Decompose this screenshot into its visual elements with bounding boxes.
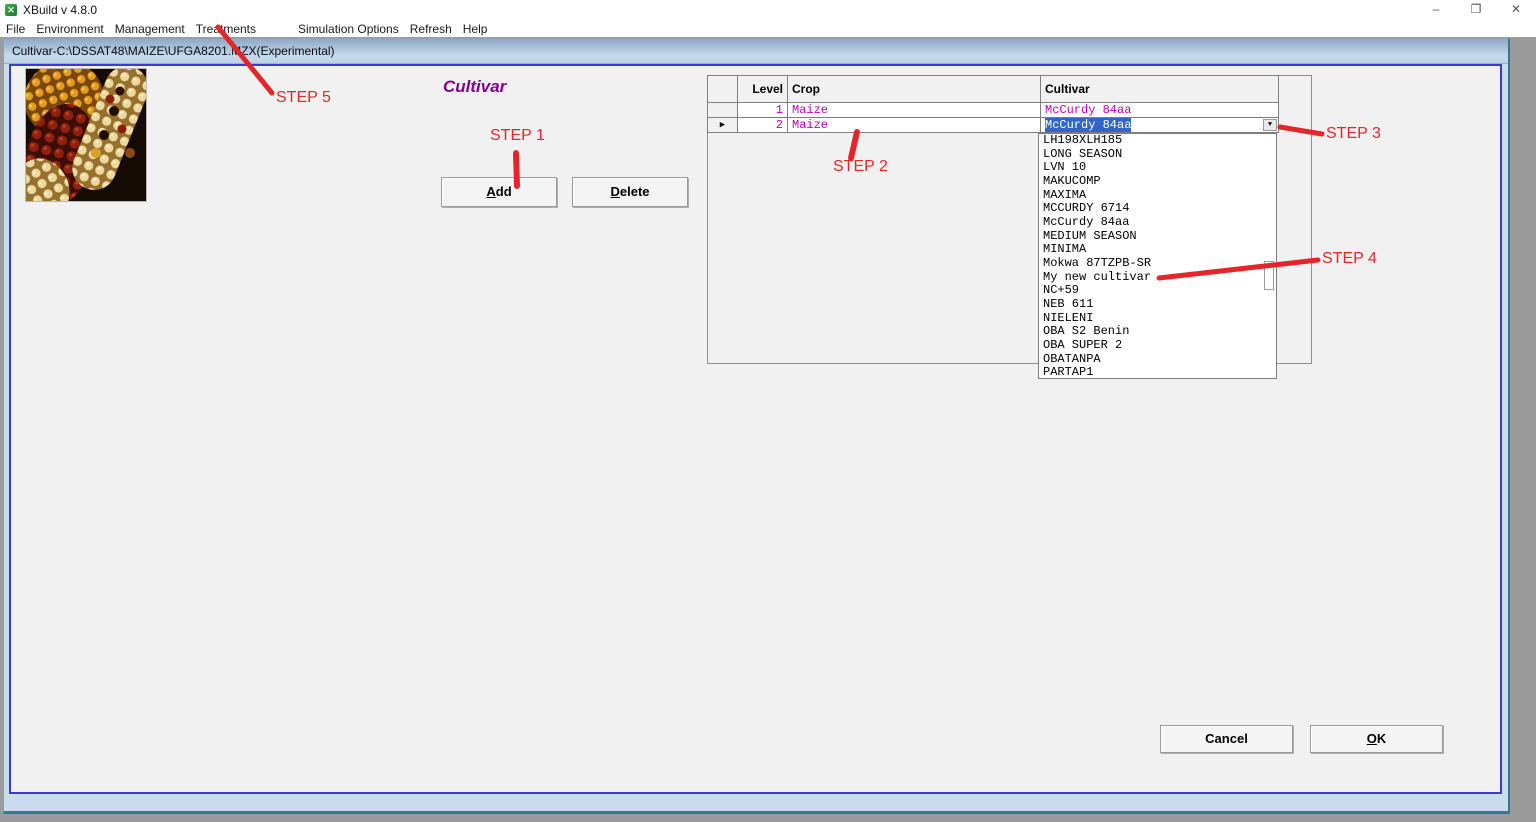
dropdown-item[interactable]: MCCURDY 6714 xyxy=(1039,202,1276,216)
dropdown-item[interactable]: PARTAP1 xyxy=(1039,365,1276,378)
menu-simulation-options[interactable]: Simulation Options xyxy=(298,22,399,36)
xbuild-app-icon: ✕ xyxy=(5,4,17,16)
child-window-title: Cultivar-C:\DSSAT48\MAIZE\UFGA8201.MZX(E… xyxy=(12,44,335,58)
page-title: Cultivar xyxy=(443,77,507,96)
menu-treatments[interactable]: Treatments xyxy=(196,22,256,36)
dropdown-item[interactable]: OBATANPA xyxy=(1039,352,1276,367)
menubar: File Environment Management Treatments S… xyxy=(0,20,1536,37)
step3-label: STEP 3 xyxy=(1326,125,1381,142)
restore-icon[interactable]: ❐ xyxy=(1456,0,1496,20)
dropdown-item[interactable]: MEDIUM SEASON xyxy=(1039,229,1276,244)
grid-header-row: Level Crop Cultivar xyxy=(707,75,1279,103)
level-cell[interactable]: 1 xyxy=(737,102,788,118)
dropdown-item[interactable]: OBA S2 Benin xyxy=(1039,325,1276,339)
window-controls: – ❐ ✕ xyxy=(1416,0,1536,20)
cancel-button[interactable]: Cancel xyxy=(1160,725,1293,753)
child-titlebar: Cultivar-C:\DSSAT48\MAIZE\UFGA8201.MZX(E… xyxy=(4,39,1508,64)
menu-management[interactable]: Management xyxy=(115,22,185,36)
step5-label: STEP 5 xyxy=(276,89,331,106)
grid-row-1: 1 Maize McCurdy 84aa xyxy=(707,102,1279,118)
close-icon[interactable]: ✕ xyxy=(1496,0,1536,20)
dropdown-item[interactable]: MAKUCOMP xyxy=(1039,174,1276,189)
grid-header-selector xyxy=(707,75,738,103)
dropdown-item[interactable]: NEB 611 xyxy=(1039,297,1276,312)
xbuild-app-window: ✕ XBuild v 4.8.0 – ❐ ✕ File Environment … xyxy=(0,0,1536,822)
cultivar-edit-cell[interactable]: McCurdy 84aa ▼ xyxy=(1040,117,1279,133)
row-selector-cell[interactable] xyxy=(707,102,738,118)
dropdown-item[interactable]: NC+59 xyxy=(1039,284,1276,298)
treatments-grid: Level Crop Cultivar 1 Maize McCurdy 84aa… xyxy=(707,75,1279,133)
grid-header-crop: Crop xyxy=(787,75,1041,103)
dropdown-item[interactable]: My new cultivar xyxy=(1039,270,1276,285)
dropdown-item[interactable]: Mokwa 87TZPB-SR xyxy=(1039,256,1276,271)
add-button[interactable]: Add xyxy=(441,177,557,207)
dropdown-item[interactable]: LONG SEASON xyxy=(1039,147,1276,162)
dropdown-item[interactable]: LH198XLH185 xyxy=(1039,134,1276,148)
delete-button[interactable]: Delete xyxy=(572,177,688,207)
menu-environment[interactable]: Environment xyxy=(36,22,103,36)
dropdown-item[interactable]: OBA SUPER 2 xyxy=(1039,338,1276,353)
ok-button[interactable]: OK xyxy=(1310,725,1443,753)
level-cell[interactable]: 2 xyxy=(737,117,788,133)
dropdown-item[interactable]: MINIMA xyxy=(1039,243,1276,257)
dropdown-item[interactable]: McCurdy 84aa xyxy=(1039,215,1276,230)
row-selector-arrow-icon[interactable]: ▶ xyxy=(707,117,738,133)
combo-dropdown-icon[interactable]: ▼ xyxy=(1263,119,1277,131)
grid-header-level: Level xyxy=(737,75,788,103)
minimize-icon[interactable]: – xyxy=(1416,0,1456,20)
cultivar-dropdown-list: LH198XLH185 LONG SEASON LVN 10 MAKUCOMP MAXI… xyxy=(1038,133,1277,379)
menu-refresh[interactable]: Refresh xyxy=(410,22,452,36)
step4-label: STEP 4 xyxy=(1322,250,1377,267)
crop-cell[interactable]: Maize xyxy=(787,102,1041,118)
grid-header-cultivar: Cultivar xyxy=(1040,75,1279,103)
maize-photo xyxy=(25,68,147,202)
app-titlebar: ✕ XBuild v 4.8.0 – ❐ ✕ xyxy=(0,0,1536,20)
step1-label: STEP 1 xyxy=(490,127,545,144)
dropdown-item[interactable]: LVN 10 xyxy=(1039,161,1276,175)
cultivar-cell[interactable]: McCurdy 84aa xyxy=(1040,102,1279,118)
dropdown-item[interactable]: MAXIMA xyxy=(1039,188,1276,203)
step2-label: STEP 2 xyxy=(833,158,888,175)
cultivar-selected-text: McCurdy 84aa xyxy=(1045,118,1132,132)
crop-cell[interactable]: Maize xyxy=(787,117,1041,133)
grid-row-2: ▶ 2 Maize McCurdy 84aa ▼ xyxy=(707,117,1279,133)
dropdown-scrollbar-thumb[interactable] xyxy=(1264,261,1274,290)
menu-file[interactable]: File xyxy=(6,22,25,36)
dropdown-item[interactable]: NIELENI xyxy=(1039,311,1276,326)
app-title: XBuild v 4.8.0 xyxy=(23,3,98,17)
menu-help[interactable]: Help xyxy=(463,22,488,36)
